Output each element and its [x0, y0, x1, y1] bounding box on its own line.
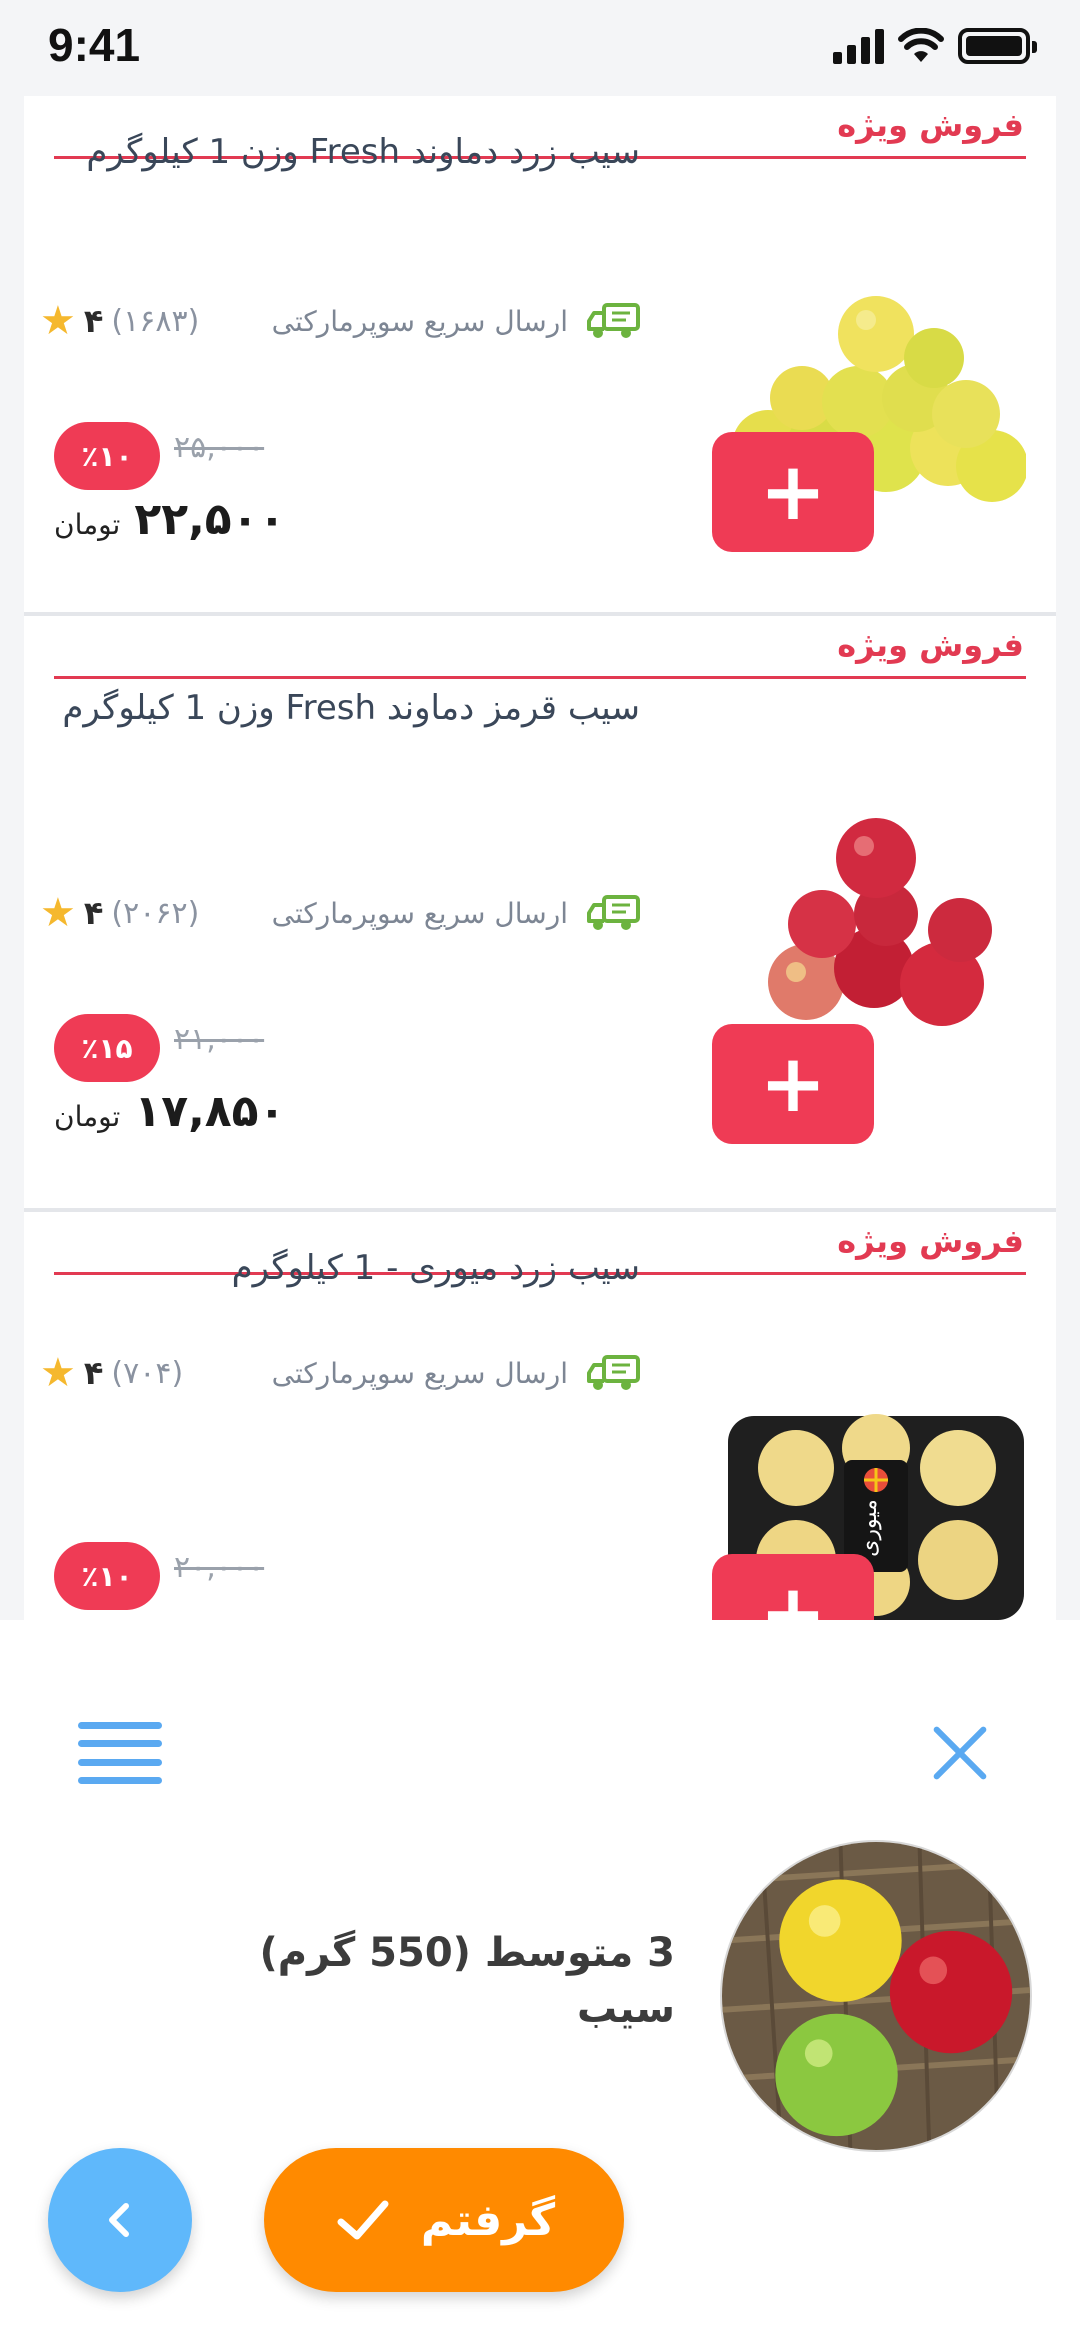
star-icon: ★: [40, 298, 76, 344]
rating-value: ۴: [83, 1354, 104, 1392]
rating-count: (۷۰۴): [111, 1355, 184, 1391]
price-row: تومان ۱۷,۸۵۰: [54, 1086, 285, 1137]
product-card[interactable]: فروش ویژه سیب زرد دماوند Fresh وزن 1 کیل…: [24, 96, 1056, 616]
delivery-row: ارسال سریع سوپرمارکتی (۲۰۶۲) ۴ ★: [40, 888, 640, 938]
item-photo-apples: [720, 1840, 1032, 2152]
price-row: تومان ۲۲,۵۰۰: [54, 494, 285, 545]
special-sale-label: فروش ویژه: [837, 1222, 1024, 1260]
currency: تومان: [54, 508, 121, 541]
special-sale-label: فروش ویژه: [837, 626, 1024, 664]
item-name: 3 متوسط (550 گرم) سیب: [259, 1930, 676, 2032]
plus-icon: +: [759, 1037, 827, 1130]
discount-badge: ٪۱۵: [54, 1014, 160, 1082]
add-to-cart-button[interactable]: +: [712, 1024, 874, 1144]
product-card[interactable]: فروش ویژه سیب قرمز دماوند Fresh وزن 1 کی…: [24, 616, 1056, 1212]
truck-icon: [587, 303, 640, 338]
old-price: ۲۰,۰۰۰: [174, 1550, 265, 1585]
bottom-sheet: 3 متوسط (550 گرم) سیب گرفتم: [0, 1620, 1080, 2340]
svg-text:میوری: میوری: [857, 1499, 882, 1557]
delivery-text: ارسال سریع سوپرمارکتی: [271, 1356, 568, 1390]
rating: (۲۰۶۲) ۴ ★: [40, 893, 199, 933]
product-card[interactable]: فروش ویژه میوری سیب زرد میوری - 1 کیلوگر…: [24, 1212, 1056, 1620]
status-bar: 9:41: [0, 0, 1080, 96]
confirm-label: گرفتم: [420, 2194, 556, 2246]
delivery-text: ارسال سریع سوپرمارکتی: [271, 304, 568, 338]
product-title[interactable]: سیب زرد دماوند Fresh وزن 1 کیلوگرم: [40, 120, 640, 184]
price: ۲۲,۵۰۰: [134, 494, 286, 545]
rating-value: ۴: [83, 894, 104, 932]
delivery-row: ارسال سریع سوپرمارکتی (۷۰۴) ۴ ★: [40, 1348, 640, 1398]
cellular-signal-icon: [833, 28, 884, 64]
back-arrow-icon: [109, 2203, 129, 2237]
status-icons: [833, 28, 1037, 64]
rating-count: (۱۶۸۳): [111, 303, 200, 339]
star-icon: ★: [40, 1350, 76, 1396]
old-price: ۲۵,۰۰۰: [174, 430, 265, 465]
back-button[interactable]: [48, 2148, 192, 2292]
product-image-red-apples: [768, 818, 992, 1026]
currency: تومان: [54, 1100, 121, 1133]
rating-count: (۲۰۶۲): [111, 895, 200, 931]
plus-icon: +: [759, 445, 827, 538]
special-sale-label: فروش ویژه: [837, 106, 1024, 144]
product-list[interactable]: فروش ویژه سیب زرد دماوند Fresh وزن 1 کیل…: [24, 96, 1056, 1620]
add-to-cart-button[interactable]: +: [712, 432, 874, 552]
star-icon: ★: [40, 890, 76, 936]
close-icon[interactable]: [930, 1723, 990, 1783]
add-to-cart-button[interactable]: +: [712, 1554, 874, 1620]
rating: (۷۰۴) ۴ ★: [40, 1353, 183, 1393]
rating: (۱۶۸۳) ۴ ★: [40, 301, 199, 341]
confirm-button[interactable]: گرفتم: [264, 2148, 624, 2292]
discount-badge: ٪۱۰: [54, 422, 160, 490]
delivery-text: ارسال سریع سوپرمارکتی: [271, 896, 568, 930]
old-price: ۲۱,۰۰۰: [174, 1022, 265, 1057]
truck-icon: [587, 895, 640, 930]
delivery-row: ارسال سریع سوپرمارکتی (۱۶۸۳) ۴ ★: [40, 296, 640, 346]
battery-icon: [958, 28, 1037, 64]
check-icon: [337, 2200, 389, 2240]
plus-icon: +: [759, 1567, 827, 1621]
price: ۱۷,۸۵۰: [134, 1086, 286, 1137]
rating-value: ۴: [83, 302, 104, 340]
wifi-icon: [898, 28, 944, 62]
product-title[interactable]: سیب زرد میوری - 1 کیلوگرم: [40, 1236, 640, 1300]
product-title[interactable]: سیب قرمز دماوند Fresh وزن 1 کیلوگرم: [40, 676, 640, 740]
discount-badge: ٪۱۰: [54, 1542, 160, 1610]
status-time: 9:41: [48, 19, 141, 71]
truck-icon: [587, 1355, 640, 1390]
menu-icon[interactable]: [78, 1722, 162, 1784]
